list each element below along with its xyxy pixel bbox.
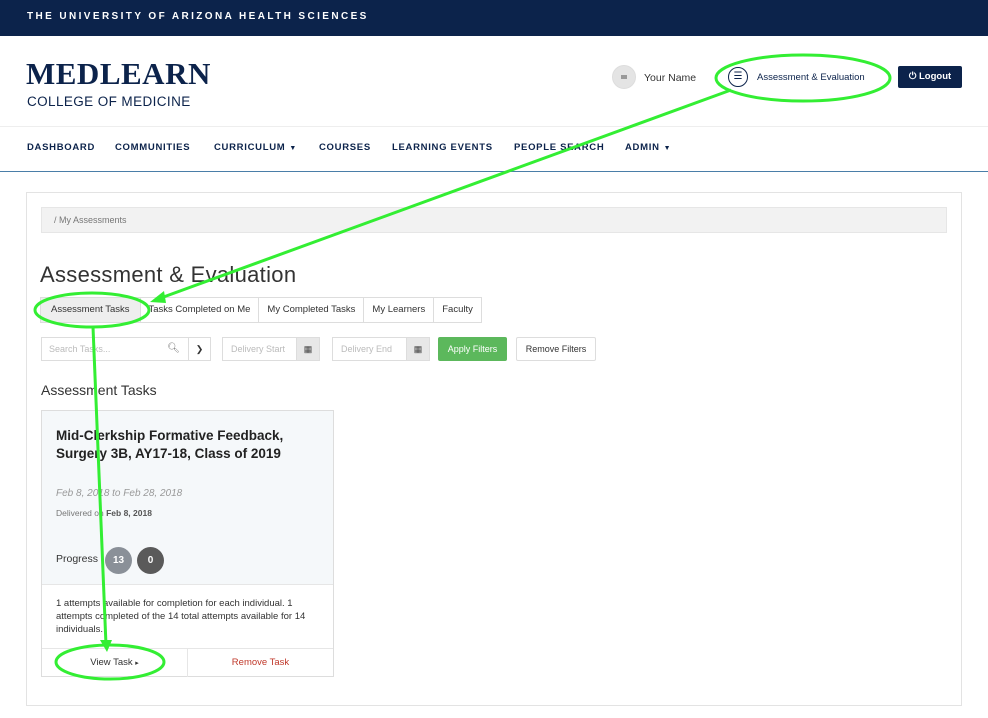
power-icon: ⏻ <box>908 71 917 82</box>
medlearn-logo[interactable]: MEDLEARN <box>26 56 211 92</box>
task-card: Mid-Clerkship Formative Feedback, Surger… <box>41 410 334 677</box>
task-card-header: Mid-Clerkship Formative Feedback, Surger… <box>42 411 333 536</box>
delivered-prefix: Delivered on <box>56 508 104 518</box>
university-banner: THE UNIVERSITY OF ARIZONA HEALTH SCIENCE… <box>0 0 988 36</box>
tab-my-completed-tasks[interactable]: My Completed Tasks <box>259 297 365 323</box>
progress-badge-completed[interactable]: 0 <box>137 547 164 574</box>
banner-text: THE UNIVERSITY OF ARIZONA HEALTH SCIENCE… <box>27 11 369 22</box>
caret-down-icon: ▼ <box>663 145 672 152</box>
tab-tasks-completed-on-me[interactable]: Tasks Completed on Me <box>140 297 260 323</box>
progress-badge-pending[interactable]: 13 <box>105 547 132 574</box>
nav-learning-events[interactable]: LEARNING EVENTS <box>392 142 493 153</box>
chevron-down-icon: ❯ <box>195 344 204 354</box>
task-card-footer: View Task ▸ Remove Task <box>42 648 333 677</box>
list-icon[interactable]: ☰ <box>728 67 748 87</box>
caret-down-icon: ▼ <box>289 145 298 152</box>
search-icon[interactable]: 🔍︎ <box>167 338 180 360</box>
caret-right-icon: ▸ <box>135 660 139 667</box>
nav-people-search[interactable]: PEOPLE SEARCH <box>514 142 604 153</box>
college-of-medicine-subtitle: COLLEGE OF MEDICINE <box>27 94 191 109</box>
tab-bar: Assessment Tasks Tasks Completed on Me M… <box>40 297 482 323</box>
section-title: Assessment Tasks <box>41 382 157 398</box>
tab-assessment-tasks[interactable]: Assessment Tasks <box>40 297 141 323</box>
task-title: Mid-Clerkship Formative Feedback, Surger… <box>56 428 284 461</box>
view-task-button[interactable]: View Task ▸ <box>42 649 188 677</box>
delivery-end-placeholder: Delivery End <box>341 344 393 354</box>
header-divider <box>0 126 988 127</box>
nav-curriculum-label: CURRICULUM <box>214 142 286 153</box>
progress-row: Progress 13 0 <box>42 535 333 585</box>
view-task-label: View Task <box>90 657 133 668</box>
assessment-evaluation-link[interactable]: Assessment & Evaluation <box>757 72 865 83</box>
apply-filters-button[interactable]: Apply Filters <box>438 337 507 361</box>
tab-faculty[interactable]: Faculty <box>434 297 482 323</box>
user-name[interactable]: Your Name <box>644 72 696 84</box>
nav-admin[interactable]: ADMIN ▼ <box>625 142 671 153</box>
nav-courses[interactable]: COURSES <box>319 142 371 153</box>
delivery-start-input[interactable]: Delivery Start ▦ <box>222 337 320 361</box>
task-delivered: Delivered on Feb 8, 2018 <box>56 508 152 518</box>
avatar[interactable] <box>612 65 636 89</box>
nav-dashboard[interactable]: DASHBOARD <box>27 142 95 153</box>
tab-my-learners[interactable]: My Learners <box>364 297 435 323</box>
nav-admin-label: ADMIN <box>625 142 660 153</box>
search-placeholder: Search Tasks... <box>49 344 111 354</box>
logout-label: Logout <box>918 71 952 82</box>
calendar-icon[interactable]: ▦ <box>406 338 429 360</box>
page-title: Assessment & Evaluation <box>40 262 297 287</box>
logout-button[interactable]: ⏻ Logout <box>898 66 962 88</box>
search-options-dropdown[interactable]: ❯ <box>189 337 211 361</box>
nav-communities[interactable]: COMMUNITIES <box>115 142 190 153</box>
nav-underline <box>0 171 988 172</box>
search-input[interactable]: Search Tasks... 🔍︎ <box>41 337 189 361</box>
delivery-end-input[interactable]: Delivery End ▦ <box>332 337 430 361</box>
calendar-icon[interactable]: ▦ <box>296 338 319 360</box>
remove-filters-button[interactable]: Remove Filters <box>516 337 596 361</box>
remove-task-button[interactable]: Remove Task <box>188 649 333 677</box>
delivery-start-placeholder: Delivery Start <box>231 344 286 354</box>
progress-label: Progress <box>56 553 99 565</box>
task-date-range: Feb 8, 2018 to Feb 28, 2018 <box>56 488 183 499</box>
breadcrumb[interactable]: / My Assessments <box>41 207 947 233</box>
nav-curriculum[interactable]: CURRICULUM ▼ <box>214 142 297 153</box>
delivered-date: Feb 8, 2018 <box>106 508 152 518</box>
task-description: 1 attempts available for completion for … <box>56 598 306 635</box>
